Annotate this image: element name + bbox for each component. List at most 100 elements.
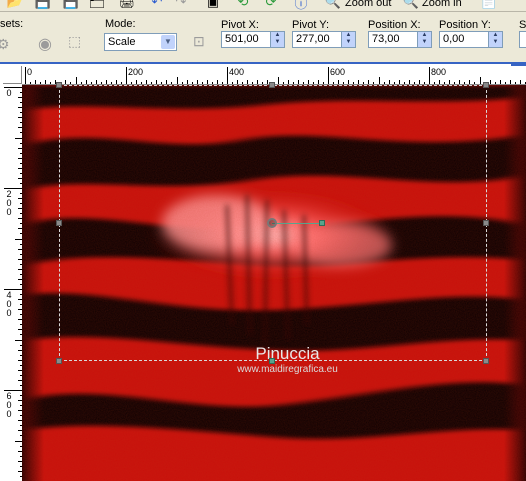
side-handle[interactable] [56,220,62,226]
rotation-arm [272,223,322,224]
document-window: 0 200 400 600 800 0200400600 Pinuccia ww… [0,62,526,481]
ruler-tick [196,80,198,84]
ruler-tick [378,77,380,84]
pivot-x-value: 501,00 [225,33,259,45]
ruler-tick [110,82,112,84]
rotate-right-icon[interactable]: ⟳ [262,0,280,10]
ruler-tick [166,80,168,84]
ruler-tick [211,82,213,84]
ruler-tick [80,82,82,84]
ruler-tick [262,82,264,84]
document-icon[interactable]: 📄 [480,0,498,10]
image-canvas[interactable]: Pinuccia www.maidiregrafica.eu [22,85,526,481]
zoom-out-button[interactable]: Zoom out [345,0,391,9]
browse-icon[interactable]: 🗂 [88,0,106,10]
ruler-tick [519,80,521,84]
open-folder-icon[interactable]: 📂 [6,0,24,10]
ruler-tick [105,80,107,84]
zoom-in-button[interactable]: Zoom in [422,0,462,9]
ruler-tick [151,82,153,84]
ruler-tick [312,82,314,84]
ruler-tick [363,82,365,84]
scale-field[interactable] [519,31,526,48]
ruler-tick [474,82,476,84]
link-icon[interactable]: ⊡ [193,33,205,50]
corner-handle[interactable] [56,82,62,88]
ruler-tick [454,82,456,84]
ruler-tick [146,80,148,84]
ruler-tick [317,80,319,84]
ruler-tick [408,80,410,84]
ruler-tick [237,80,239,84]
mode-value: Scale [108,36,136,48]
presets-icon[interactable]: ⚙ [0,36,10,53]
spin-arrows-icon[interactable]: ▲ ▼ [341,32,355,47]
canvas-image [22,85,526,481]
rotation-handle[interactable] [319,220,325,226]
corner-handle[interactable] [483,358,489,364]
print-icon[interactable]: 🖨 [118,0,136,10]
zoom-in-icon[interactable]: 🔍 [402,0,420,10]
ruler-tick [388,80,390,84]
pivot-x-field[interactable]: 501,00 ▲ ▼ [221,31,285,48]
ruler-tick [136,80,138,84]
ruler-tick [176,77,178,84]
spin-arrows-icon[interactable]: ▲ ▼ [488,32,502,47]
ruler-tick [469,80,471,84]
ruler-tick [439,80,441,84]
pivot-y-label: Pivot Y: [292,19,330,31]
corner-handle[interactable] [56,358,62,364]
spin-arrows-icon[interactable]: ▲ ▼ [417,32,431,47]
ruler-tick [423,82,425,84]
ruler-tick [489,80,491,84]
ruler-tick [15,440,22,442]
ruler-tick [227,67,228,84]
ruler-tick [206,80,208,84]
ruler-tick [413,82,415,84]
redo-icon[interactable]: ↷ [172,0,190,10]
pivot-point[interactable] [267,218,277,228]
side-handle[interactable] [483,220,489,226]
deform-mode-icon[interactable]: ⬚ [68,33,81,50]
chevron-down-icon[interactable]: ▼ [161,35,175,49]
pivot-y-field[interactable]: 277,00 ▲ ▼ [292,31,356,48]
ruler-tick [449,80,451,84]
ruler-tick [90,82,92,84]
mode-select[interactable]: Scale ▼ [104,33,177,51]
ruler-label: 0 [27,67,33,77]
info-icon[interactable]: ⓘ [292,0,310,11]
position-x-field[interactable]: 73,00 ▲ ▼ [368,31,432,48]
reset-icon[interactable]: ◉ [38,34,52,54]
ruler-tick [257,80,259,84]
side-handle[interactable] [269,358,275,364]
ruler-tick [373,82,375,84]
undo-icon[interactable]: ↶ [148,0,166,10]
ruler-label: 600 [6,391,12,419]
ruler-tick [35,80,37,84]
position-y-field[interactable]: 0,00 ▲ ▼ [439,31,503,48]
ruler-tick [368,80,370,84]
position-y-value: 0,00 [443,33,465,45]
crop-icon[interactable]: ▣ [204,0,222,10]
ruler-tick [418,80,420,84]
side-handle[interactable] [269,82,275,88]
ruler-tick [348,80,350,84]
ruler-tick [398,80,400,84]
ruler-tick [221,82,223,84]
ruler-tick [353,82,355,84]
pivot-x-label: Pivot X: [221,19,259,31]
ruler-label: 800 [431,67,447,77]
ruler-tick [277,77,279,84]
save-icon[interactable]: 💾 [34,0,52,10]
ruler-label: 400 [229,67,245,77]
rotate-left-icon[interactable]: ⟲ [234,0,252,10]
spin-arrows-icon[interactable]: ▲ ▼ [270,32,284,47]
ruler-tick [393,82,395,84]
ruler-tick [242,82,244,84]
ruler-tick [120,82,122,84]
corner-handle[interactable] [483,82,489,88]
zoom-out-icon[interactable]: 🔍 [324,0,342,10]
vertical-ruler[interactable]: 0 200 400 600 [3,84,23,481]
save-as-icon[interactable]: 💾 [62,0,80,10]
ruler-tick [50,82,52,84]
